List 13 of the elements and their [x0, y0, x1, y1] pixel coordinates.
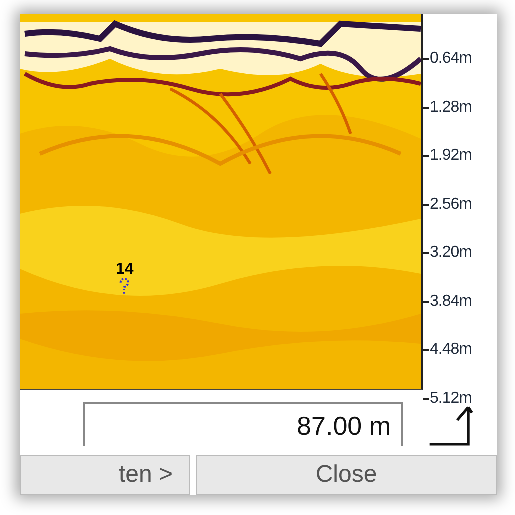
dialog-button[interactable]: Close: [196, 455, 497, 495]
question-mark-icon: [119, 278, 130, 295]
depth-label: 2.56m: [430, 196, 472, 214]
depth-label: 3.20m: [430, 244, 472, 262]
depth-label: 3.84m: [430, 292, 472, 311]
distance-field[interactable]: 87.00 m: [83, 402, 403, 446]
depth-label: 1.28m: [430, 98, 472, 117]
depth-label: 4.48m: [430, 341, 472, 360]
depth-label: 0.64m: [430, 50, 472, 68]
marker-label: 14: [116, 262, 134, 278]
depth-label: 5.12m: [430, 390, 472, 408]
depth-label: 1.92m: [430, 147, 472, 166]
dialog-button[interactable]: ten >: [20, 455, 190, 495]
